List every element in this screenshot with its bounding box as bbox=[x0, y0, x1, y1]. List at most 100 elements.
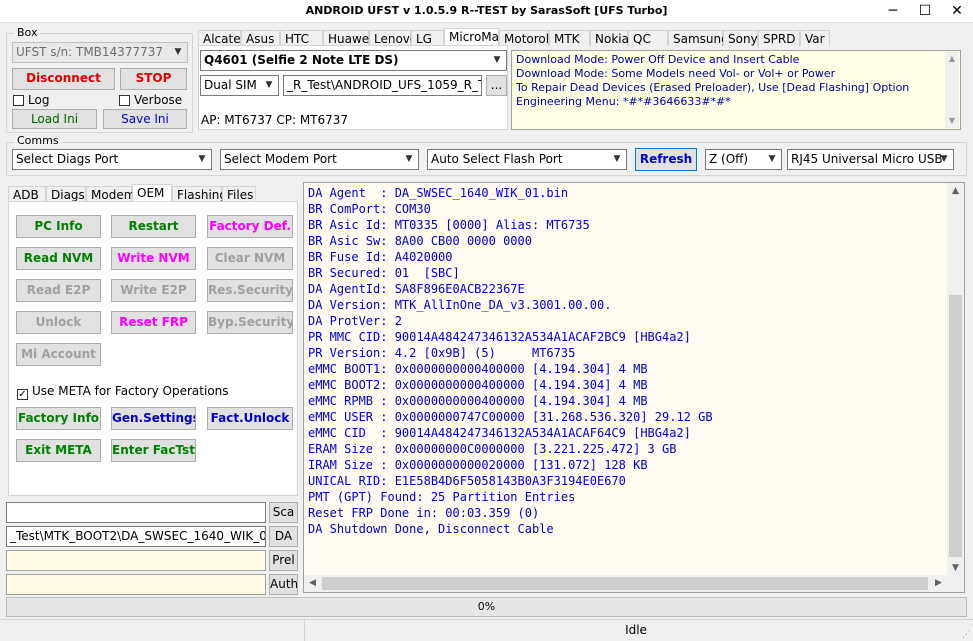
tab-adb[interactable]: ADB bbox=[8, 186, 46, 202]
scroll-up-icon[interactable]: ▲ bbox=[947, 183, 964, 200]
log-panel[interactable]: DA Agent : DA_SWSEC_1640_WIK_01.bin BR Co… bbox=[303, 182, 965, 593]
scroll-left-icon[interactable]: ◀ bbox=[304, 575, 321, 592]
enter-factst-button[interactable]: Enter FacTst bbox=[111, 439, 196, 462]
modem-port-select[interactable]: Select Modem Port ▼ bbox=[220, 149, 419, 170]
tab-samsung[interactable]: Samsung bbox=[668, 30, 729, 46]
chevron-down-icon: ▼ bbox=[768, 154, 776, 164]
tab-oem[interactable]: OEM bbox=[132, 184, 172, 202]
log-checkbox[interactable]: Log bbox=[13, 94, 49, 107]
clear-nvm-button[interactable]: Clear NVM bbox=[207, 247, 293, 270]
restart-button[interactable]: Restart bbox=[111, 215, 196, 238]
chevron-down-icon: ▼ bbox=[198, 154, 206, 164]
minimize-button[interactable]: ─ bbox=[877, 0, 909, 23]
box-serial-select: UFST s/n: TMB14377737 ▼ bbox=[12, 42, 188, 63]
exit-meta-button[interactable]: Exit META bbox=[16, 439, 101, 462]
tab-micromax[interactable]: MicroMax bbox=[444, 28, 506, 46]
general-settings-button[interactable]: Gen.Settings bbox=[111, 407, 196, 430]
tab-flashing[interactable]: Flashing bbox=[172, 186, 227, 202]
maximize-button[interactable]: ☐ bbox=[909, 0, 941, 23]
reset-security-button[interactable]: Res.Security bbox=[207, 279, 293, 302]
tab-var[interactable]: Var bbox=[800, 30, 830, 46]
model-select-value: Q4601 (Selfie 2 Note LTE DS) bbox=[204, 53, 399, 67]
flash-port-select[interactable]: Auto Select Flash Port ▼ bbox=[427, 149, 627, 170]
pc-info-button[interactable]: PC Info bbox=[16, 215, 101, 238]
da-button[interactable]: DA bbox=[269, 526, 298, 547]
resize-grip-icon[interactable]: ⋰ bbox=[962, 630, 971, 640]
model-select[interactable]: Q4601 (Selfie 2 Note LTE DS) ▼ bbox=[200, 50, 507, 71]
verbose-checkbox[interactable]: Verbose bbox=[119, 94, 182, 107]
write-e2p-button[interactable]: Write E2P bbox=[111, 279, 196, 302]
modem-port-value: Select Modem Port bbox=[224, 152, 337, 166]
diags-port-select[interactable]: Select Diags Port ▼ bbox=[12, 149, 212, 170]
sim-select[interactable]: Dual SIM ▼ bbox=[200, 75, 279, 96]
info-scrollbar[interactable]: ▲ ▼ bbox=[945, 52, 959, 128]
scroll-up-icon[interactable]: ▲ bbox=[945, 52, 959, 66]
tab-qc[interactable]: QC bbox=[628, 30, 668, 46]
auth-file-field[interactable] bbox=[6, 574, 266, 595]
tab-nokia[interactable]: Nokia bbox=[590, 30, 629, 46]
log-vertical-scroll-thumb[interactable] bbox=[949, 295, 962, 557]
tab-huawei[interactable]: Huawei bbox=[323, 30, 373, 46]
preloader-button[interactable]: Prel bbox=[269, 550, 298, 571]
load-ini-button[interactable]: Load Ini bbox=[12, 109, 97, 129]
read-e2p-button[interactable]: Read E2P bbox=[16, 279, 101, 302]
status-bar: Idle ⋰ bbox=[0, 619, 973, 641]
tab-diags[interactable]: Diags bbox=[46, 186, 86, 202]
bypass-security-button[interactable]: Byp.Security bbox=[207, 311, 293, 334]
refresh-button[interactable]: Refresh bbox=[635, 148, 697, 171]
tab-alcatel[interactable]: Alcatel bbox=[198, 30, 244, 46]
status-text: Idle bbox=[625, 623, 647, 637]
chevron-down-icon: ▼ bbox=[265, 80, 273, 90]
tab-mtk[interactable]: MTK bbox=[549, 30, 590, 46]
tab-sony[interactable]: Sony bbox=[723, 30, 758, 46]
tab-lenovo[interactable]: Lenovo bbox=[369, 30, 417, 46]
scroll-right-icon[interactable]: ▶ bbox=[930, 575, 947, 592]
log-vertical-scrollbar[interactable]: ▲ ▼ bbox=[947, 183, 964, 577]
auth-button[interactable]: Auth bbox=[269, 574, 298, 595]
scatter-button[interactable]: Sca bbox=[269, 502, 298, 523]
box-group-label: Box bbox=[14, 26, 41, 39]
log-line: UNICAL RID: E1E58B4D6F5058143B0A3F3194E0… bbox=[308, 474, 626, 488]
read-nvm-button[interactable]: Read NVM bbox=[16, 247, 101, 270]
tab-lg[interactable]: LG bbox=[411, 30, 444, 46]
scatter-file-field[interactable] bbox=[6, 502, 266, 523]
tab-files[interactable]: Files bbox=[222, 186, 256, 202]
mi-account-button[interactable]: Mi Account bbox=[16, 343, 101, 366]
rj45-value: RJ45 Universal Micro USB bbox=[791, 152, 943, 166]
tab-sprd[interactable]: SPRD bbox=[758, 30, 800, 46]
log-line: ERAM Size : 0x00000000C0000000 [3.221.22… bbox=[308, 442, 677, 456]
log-horizontal-scrollbar[interactable]: ◀ ▶ bbox=[304, 575, 964, 592]
save-ini-button[interactable]: Save Ini bbox=[103, 109, 187, 129]
disconnect-button[interactable]: Disconnect bbox=[12, 68, 115, 90]
unlock-button[interactable]: Unlock bbox=[16, 311, 101, 334]
rj45-select[interactable]: RJ45 Universal Micro USB ▼ bbox=[787, 149, 954, 170]
tab-modem[interactable]: Modem bbox=[86, 186, 135, 202]
info-line: Download Mode: Power Off Device and Inse… bbox=[516, 53, 800, 66]
stop-button[interactable]: STOP bbox=[120, 68, 187, 90]
scroll-down-icon[interactable]: ▼ bbox=[945, 114, 959, 128]
close-button[interactable]: ✕ bbox=[941, 0, 973, 23]
da-file-field[interactable]: _Test\MTK_BOOT2\DA_SWSEC_1640_WIK_01.bin bbox=[6, 526, 266, 547]
write-nvm-button[interactable]: Write NVM bbox=[111, 247, 196, 270]
z-mode-value: Z (Off) bbox=[709, 152, 749, 166]
reset-frp-button[interactable]: Reset FRP bbox=[111, 311, 196, 334]
info-line: To Repair Dead Devices (Erased Preloader… bbox=[516, 81, 910, 94]
log-checkbox-label: Log bbox=[28, 93, 50, 107]
factory-unlock-button[interactable]: Fact.Unlock bbox=[207, 407, 293, 430]
preloader-file-field[interactable] bbox=[6, 550, 266, 571]
tab-htc[interactable]: HTC bbox=[280, 30, 323, 46]
browse-button[interactable]: ... bbox=[486, 75, 507, 96]
z-mode-select[interactable]: Z (Off) ▼ bbox=[705, 149, 782, 170]
tab-motorola[interactable]: Motorola bbox=[499, 30, 556, 46]
chevron-down-icon: ▼ bbox=[493, 55, 501, 65]
sim-select-value: Dual SIM bbox=[204, 78, 257, 92]
use-meta-checkbox[interactable]: ✓ Use META for Factory Operations bbox=[17, 385, 229, 400]
factory-default-button[interactable]: Factory Def. bbox=[207, 215, 293, 238]
chevron-down-icon: ▼ bbox=[613, 154, 621, 164]
tab-asus[interactable]: Asus bbox=[241, 30, 280, 46]
firmware-path-field[interactable]: _R_Test\ANDROID_UFS_1059_R_Test bbox=[283, 75, 482, 96]
log-line: PMT (GPT) Found: 25 Partition Entries bbox=[308, 490, 576, 504]
progress-text: 0% bbox=[477, 600, 496, 613]
log-horizontal-scroll-thumb[interactable] bbox=[322, 577, 928, 590]
factory-info-button[interactable]: Factory Info bbox=[16, 407, 101, 430]
